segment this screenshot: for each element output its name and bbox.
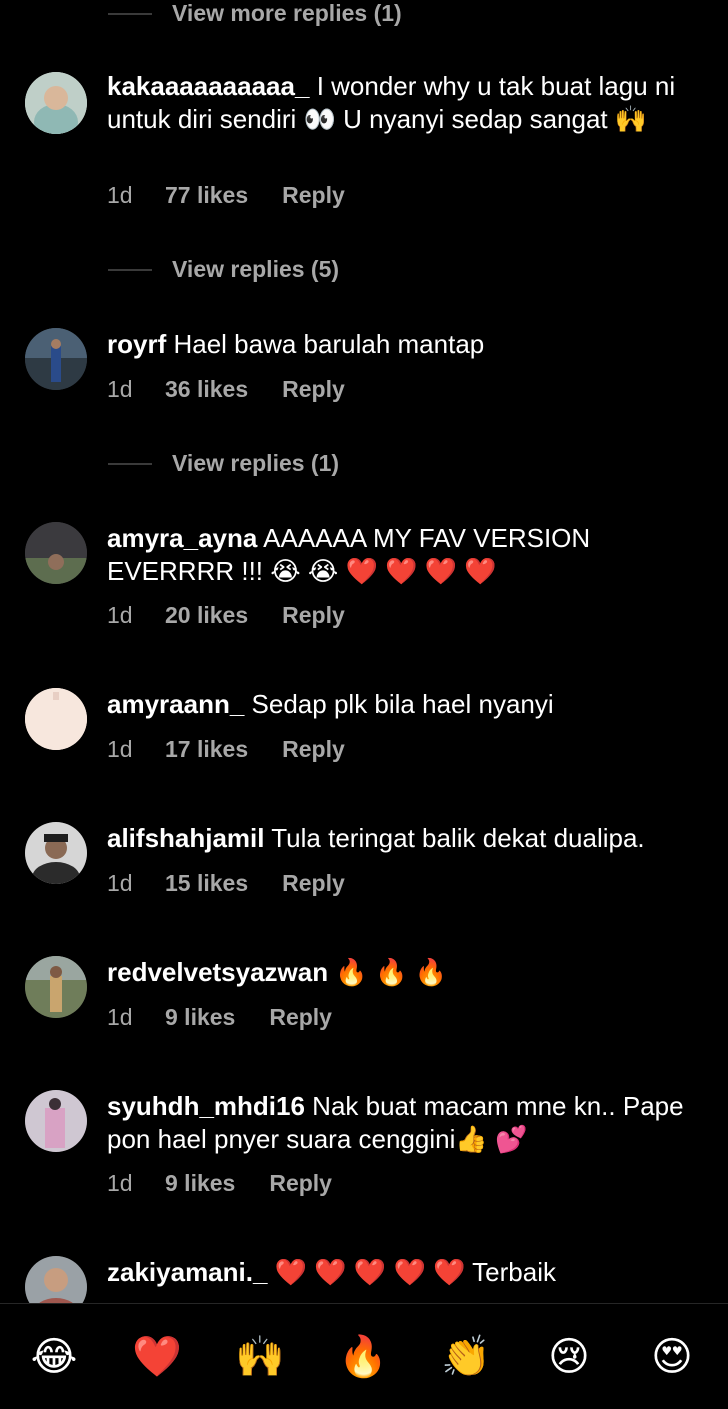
- comment-likes[interactable]: 9 likes: [165, 1004, 235, 1031]
- comment-meta: 1d 77 likes Reply: [107, 182, 345, 209]
- view-replies-label: View replies (5): [172, 256, 340, 282]
- view-replies-label: View replies (1): [172, 450, 340, 476]
- comment-time: 1d: [107, 602, 133, 628]
- comment-meta: 1d 36 likes Reply: [107, 376, 345, 403]
- comment-likes[interactable]: 17 likes: [165, 736, 248, 763]
- comment-time: 1d: [107, 736, 133, 762]
- comment-text: Hael bawa barulah mantap: [173, 329, 485, 359]
- avatar-image: [25, 522, 87, 584]
- comment-meta: 1d 9 likes Reply: [107, 1170, 332, 1197]
- avatar-image: [25, 72, 87, 134]
- comment-text: ❤️ ❤️ ❤️ ❤️ ❤️ Terbaik: [274, 1257, 556, 1287]
- avatar-image: [25, 688, 87, 750]
- comment-text: Tula teringat balik dekat dualipa.: [271, 823, 645, 853]
- comment-likes[interactable]: 77 likes: [165, 182, 248, 209]
- reply-button[interactable]: Reply: [282, 870, 345, 897]
- avatar-image: [25, 956, 87, 1018]
- view-more-replies-label: View more replies (1): [172, 0, 402, 26]
- comment-body: zakiyamani._ ❤️ ❤️ ❤️ ❤️ ❤️ Terbaik: [107, 1256, 704, 1289]
- comment-body: redvelvetsyazwan 🔥 🔥 🔥: [107, 956, 704, 989]
- avatar[interactable]: [25, 688, 87, 750]
- view-more-replies[interactable]: View more replies (1): [108, 0, 402, 27]
- comment-time: 1d: [107, 182, 133, 208]
- avatar-image: [25, 1090, 87, 1152]
- comment-body: royrf Hael bawa barulah mantap: [107, 328, 704, 361]
- reply-button[interactable]: Reply: [269, 1004, 332, 1031]
- comment-username[interactable]: amyra_ayna: [107, 523, 257, 553]
- comment-time: 1d: [107, 376, 133, 402]
- divider-line: [108, 12, 152, 15]
- comment-time: 1d: [107, 870, 133, 896]
- divider-line: [108, 268, 152, 271]
- comment-body: amyraann_ Sedap plk bila hael nyanyi: [107, 688, 704, 721]
- avatar[interactable]: [25, 522, 87, 584]
- comment-body: syuhdh_mhdi16 Nak buat macam mne kn.. Pa…: [107, 1090, 704, 1156]
- comment-username[interactable]: kakaaaaaaaaaa_: [107, 71, 309, 101]
- crying-face-emoji-icon[interactable]: 😢: [544, 1332, 594, 1382]
- fire-emoji-icon[interactable]: 🔥: [338, 1332, 388, 1382]
- reply-button[interactable]: Reply: [282, 736, 345, 763]
- avatar[interactable]: [25, 328, 87, 390]
- comment-time: 1d: [107, 1004, 133, 1030]
- view-replies[interactable]: View replies (1): [108, 450, 339, 477]
- comment-username[interactable]: syuhdh_mhdi16: [107, 1091, 305, 1121]
- comment-username[interactable]: zakiyamani._: [107, 1257, 267, 1287]
- view-replies[interactable]: View replies (5): [108, 256, 339, 283]
- comment-body: amyra_ayna AAAAAA MY FAV VERSION EVERRRR…: [107, 522, 704, 588]
- reply-button[interactable]: Reply: [282, 376, 345, 403]
- avatar[interactable]: [25, 72, 87, 134]
- comment-username[interactable]: royrf: [107, 329, 166, 359]
- avatar-image: [25, 822, 87, 884]
- comment-username[interactable]: alifshahjamil: [107, 823, 265, 853]
- clapping-hands-emoji-icon[interactable]: 👏: [441, 1332, 491, 1382]
- comment-meta: 1d 15 likes Reply: [107, 870, 345, 897]
- red-heart-emoji-icon[interactable]: ❤️: [132, 1332, 182, 1382]
- divider-line: [108, 462, 152, 465]
- avatar[interactable]: [25, 1090, 87, 1152]
- reply-button[interactable]: Reply: [269, 1170, 332, 1197]
- comment-text: 🔥 🔥 🔥: [335, 957, 447, 987]
- emoji-reaction-bar: 😂 ❤️ 🙌 🔥 👏 😢 😍: [0, 1303, 728, 1409]
- heart-eyes-emoji-icon[interactable]: 😍: [647, 1332, 697, 1382]
- raising-hands-emoji-icon[interactable]: 🙌: [235, 1332, 285, 1382]
- comment-username[interactable]: amyraann_: [107, 689, 244, 719]
- avatar[interactable]: [25, 822, 87, 884]
- comment-meta: 1d 20 likes Reply: [107, 602, 345, 629]
- comment-meta: 1d 9 likes Reply: [107, 1004, 332, 1031]
- tears-of-joy-emoji-icon[interactable]: 😂: [29, 1332, 79, 1382]
- reply-button[interactable]: Reply: [282, 602, 345, 629]
- comment-username[interactable]: redvelvetsyazwan: [107, 957, 328, 987]
- avatar[interactable]: [25, 956, 87, 1018]
- comment-likes[interactable]: 9 likes: [165, 1170, 235, 1197]
- comment-body: alifshahjamil Tula teringat balik dekat …: [107, 822, 704, 855]
- comment-time: 1d: [107, 1170, 133, 1196]
- comment-body: kakaaaaaaaaaa_ I wonder why u tak buat l…: [107, 70, 704, 136]
- comment-likes[interactable]: 36 likes: [165, 376, 248, 403]
- comment-likes[interactable]: 20 likes: [165, 602, 248, 629]
- comment-meta: 1d 17 likes Reply: [107, 736, 345, 763]
- comment-text: Sedap plk bila hael nyanyi: [251, 689, 554, 719]
- reply-button[interactable]: Reply: [282, 182, 345, 209]
- comment-likes[interactable]: 15 likes: [165, 870, 248, 897]
- avatar-image: [25, 328, 87, 390]
